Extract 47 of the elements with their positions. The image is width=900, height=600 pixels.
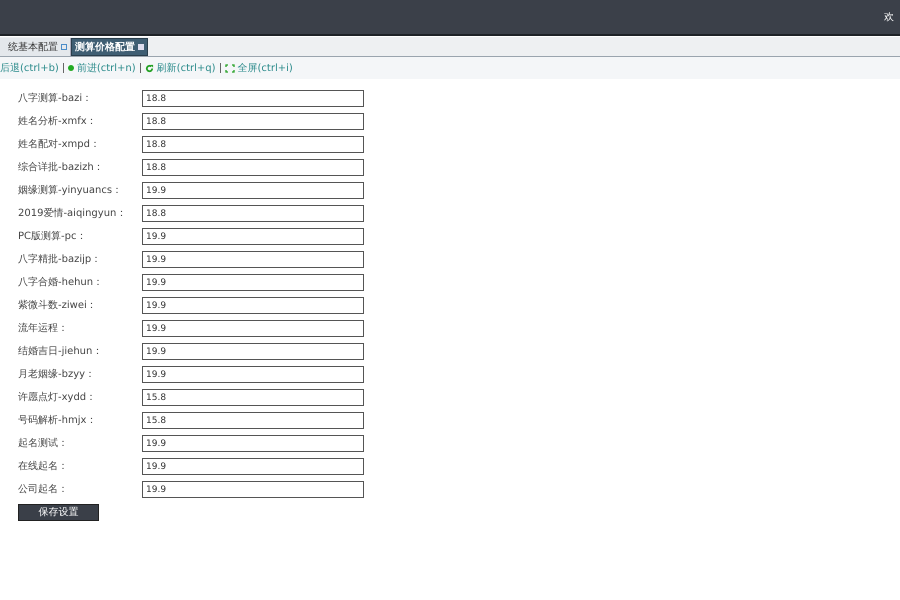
field-label: 紫微斗数-ziwei： bbox=[18, 298, 98, 313]
price-input[interactable]: 19.9 bbox=[142, 481, 364, 498]
field-label: 在线起名： bbox=[18, 460, 69, 474]
price-input[interactable]: 18.8 bbox=[142, 136, 364, 153]
toolbar-link[interactable]: 全屏(ctrl+i) bbox=[238, 60, 293, 76]
field-label: 许愿点灯-xydd： bbox=[18, 390, 98, 405]
field-label: 公司起名： bbox=[18, 482, 69, 497]
field-label: 八字测算-bazi： bbox=[18, 92, 94, 106]
tab[interactable]: 统基本配置 bbox=[0, 38, 71, 56]
price-input[interactable]: 18.8 bbox=[142, 90, 364, 107]
field-label: 八字合婚-hehun： bbox=[18, 276, 104, 290]
fullscreen-icon bbox=[224, 64, 235, 72]
price-input[interactable]: 19.9 bbox=[142, 458, 364, 475]
field-label: PC版测算-pc： bbox=[18, 230, 88, 244]
dot-icon bbox=[68, 65, 74, 71]
field-label: 结婚吉日-jiehun： bbox=[18, 344, 104, 359]
price-input[interactable]: 18.8 bbox=[142, 113, 364, 130]
price-input[interactable]: 19.9 bbox=[142, 251, 364, 268]
field-label: 号码解析-hmjx： bbox=[18, 414, 98, 428]
field-label: 姻缘测算-yinyuancs： bbox=[18, 184, 124, 198]
price-input[interactable]: 19.9 bbox=[142, 274, 364, 291]
save-button[interactable]: 保存设置 bbox=[18, 504, 99, 521]
field-label: 起名测试： bbox=[18, 436, 69, 451]
price-input[interactable]: 15.8 bbox=[142, 389, 364, 406]
price-input[interactable]: 19.9 bbox=[142, 320, 364, 337]
toolbar-link[interactable]: 前进(ctrl+n) bbox=[76, 60, 136, 76]
field-label: 综合详批-bazizh： bbox=[18, 160, 105, 175]
field-label: 姓名分析-xmfx： bbox=[18, 114, 98, 129]
field-label: 2019爱情-aiqingyun： bbox=[18, 206, 128, 221]
welcome-text: 欢 bbox=[884, 10, 894, 24]
refresh-icon bbox=[144, 64, 154, 72]
price-input[interactable]: 19.9 bbox=[142, 228, 364, 245]
field-label: 姓名配对-xmpd： bbox=[18, 138, 101, 152]
price-input[interactable]: 19.9 bbox=[142, 297, 364, 314]
tab[interactable]: 测算价格配置 bbox=[71, 38, 148, 56]
field-label: 流年运程： bbox=[18, 322, 69, 336]
price-input[interactable]: 18.8 bbox=[142, 205, 364, 222]
toolbar-link[interactable]: 后退(ctrl+b) bbox=[0, 60, 59, 76]
price-input[interactable]: 19.9 bbox=[142, 366, 364, 383]
field-label: 八字精批-bazijp： bbox=[18, 252, 102, 267]
price-input[interactable]: 19.9 bbox=[142, 435, 364, 452]
toolbar-link[interactable]: 刷新(ctrl+q) bbox=[156, 60, 216, 76]
field-label: 月老姻缘-bzyy： bbox=[18, 368, 96, 382]
price-input[interactable]: 15.8 bbox=[142, 412, 364, 429]
price-input[interactable]: 18.8 bbox=[142, 159, 364, 176]
price-input[interactable]: 19.9 bbox=[142, 343, 364, 360]
price-input[interactable]: 19.9 bbox=[142, 182, 364, 199]
